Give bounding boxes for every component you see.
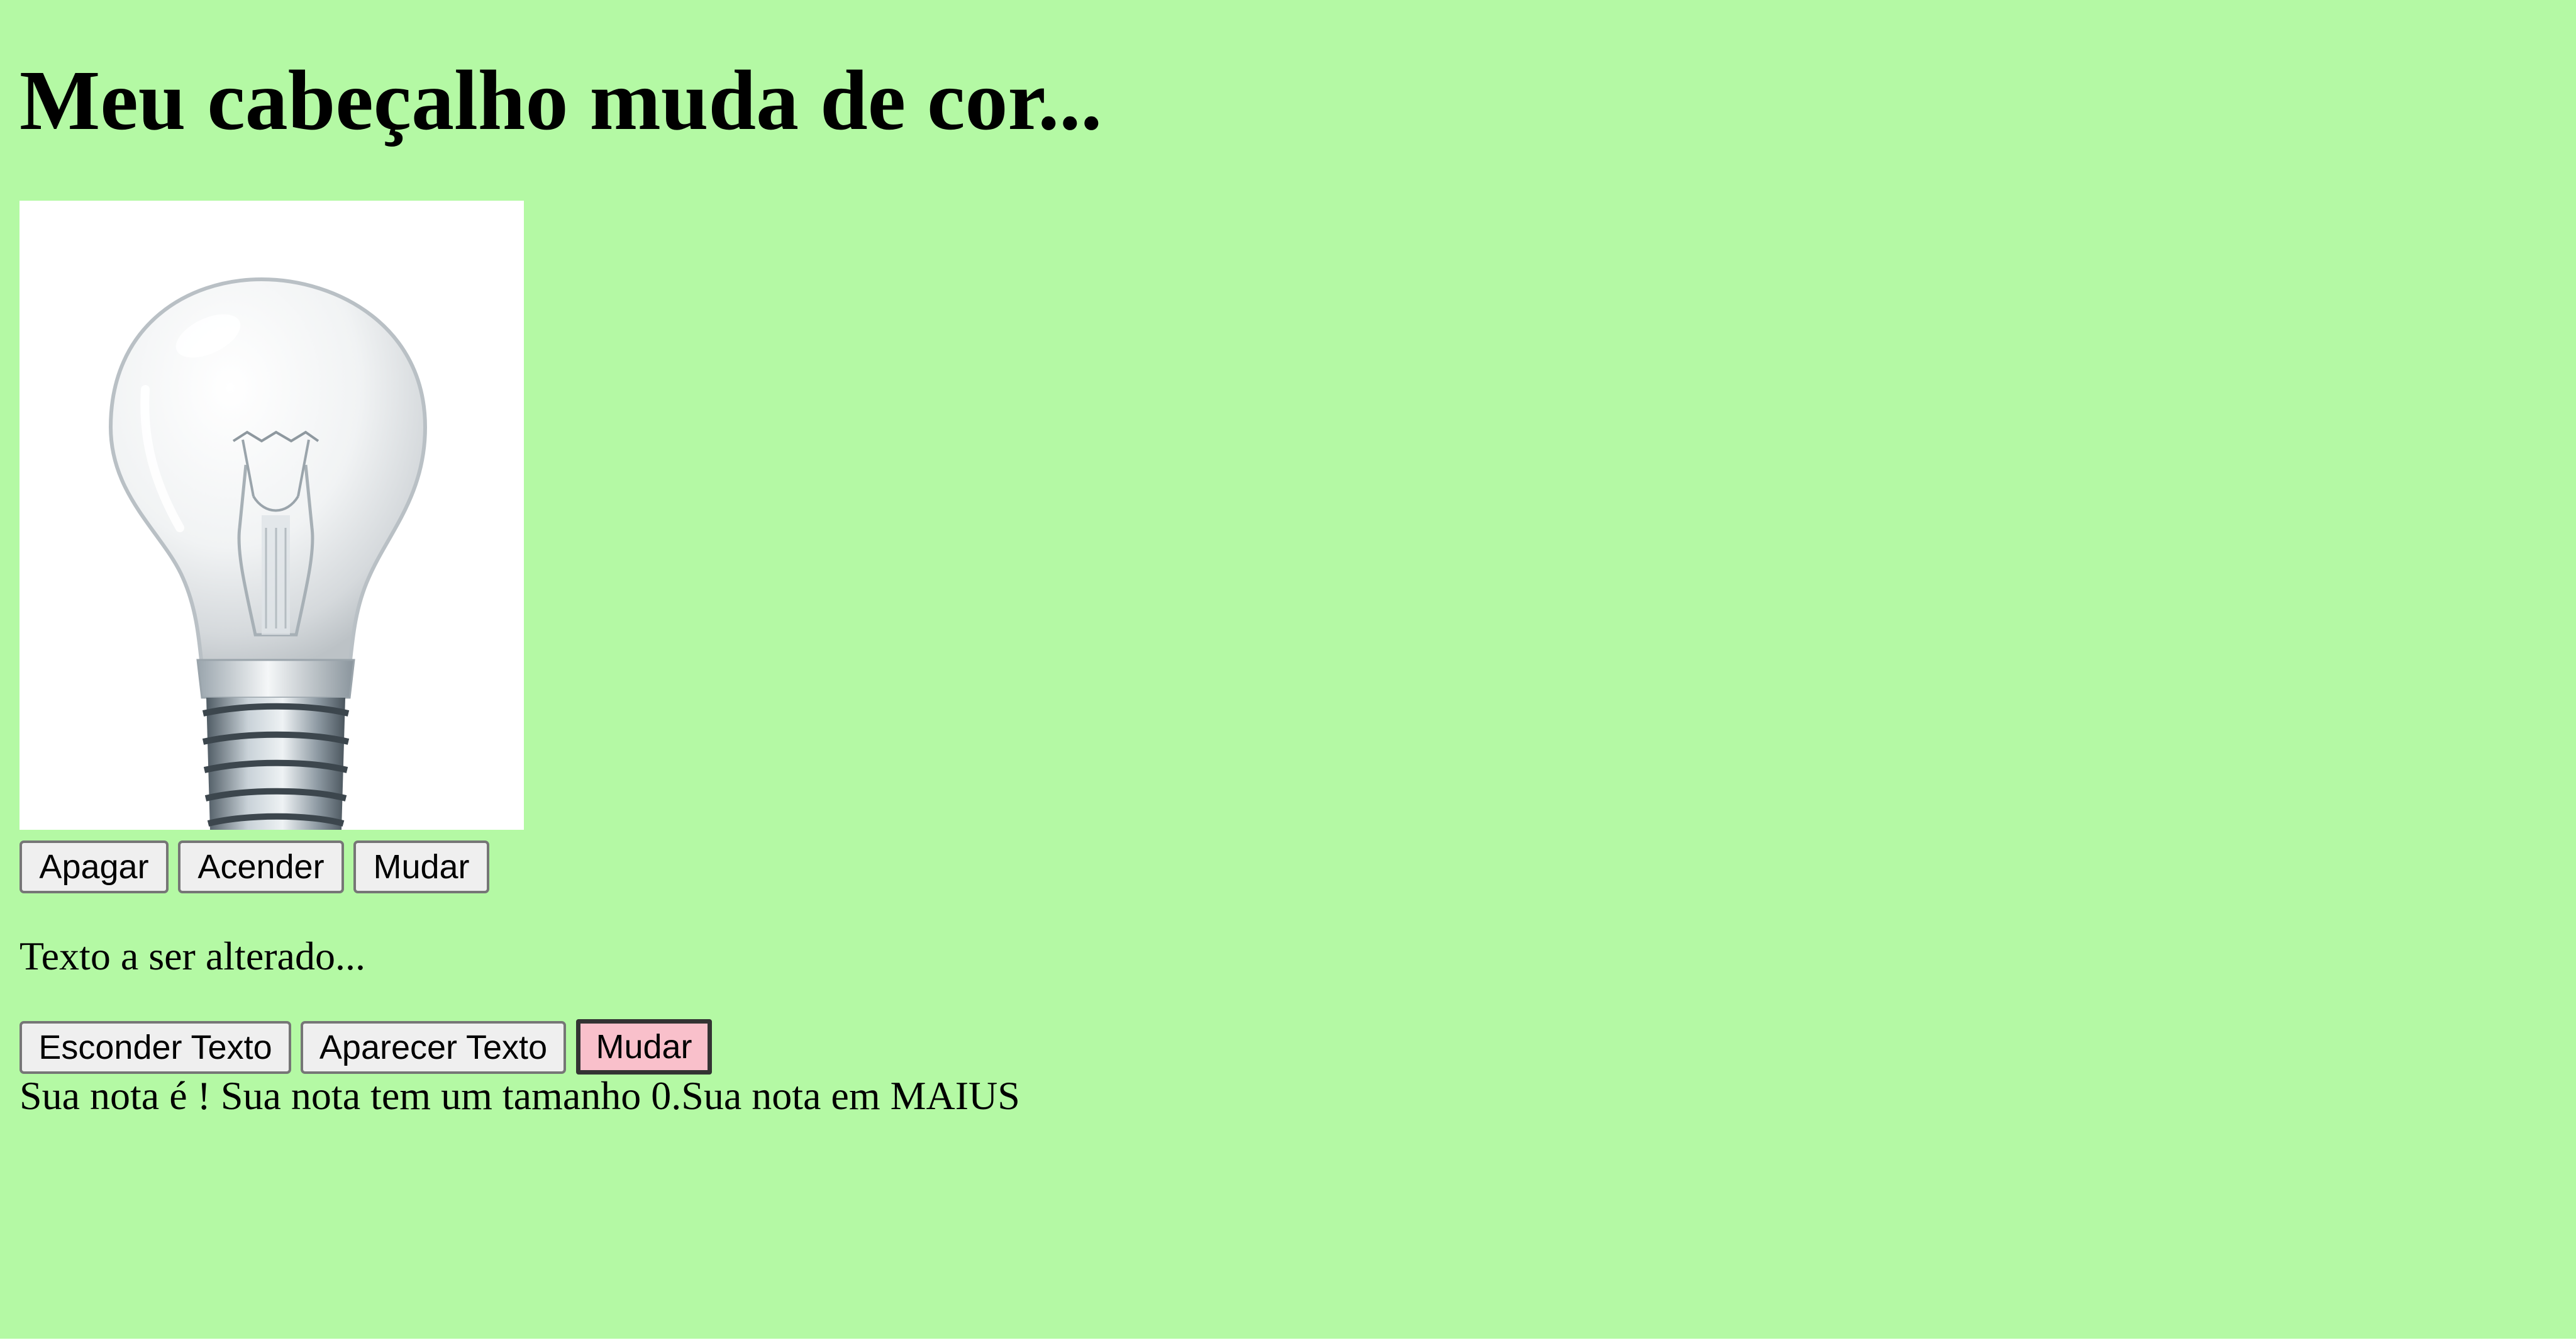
grade-summary: Sua nota é ! Sua nota tem um tamanho 0.S… [19, 1073, 1020, 1118]
altered-text: Texto a ser alterado... [19, 934, 365, 978]
lightbulb-icon [108, 277, 428, 830]
lightbulb-image [19, 201, 524, 830]
page: Meu cabeçalho muda de cor... Apagar Acen… [0, 0, 2576, 1340]
text-mudar-button[interactable]: Mudar [576, 1019, 712, 1075]
esconder-texto-button[interactable]: Esconder Texto [19, 1021, 291, 1074]
acender-button[interactable]: Acender [178, 840, 344, 893]
page-title: Meu cabeçalho muda de cor... [19, 53, 1102, 148]
aparecer-texto-button[interactable]: Aparecer Texto [301, 1021, 566, 1074]
lamp-mudar-button[interactable]: Mudar [353, 840, 489, 893]
apagar-button[interactable]: Apagar [19, 840, 169, 893]
